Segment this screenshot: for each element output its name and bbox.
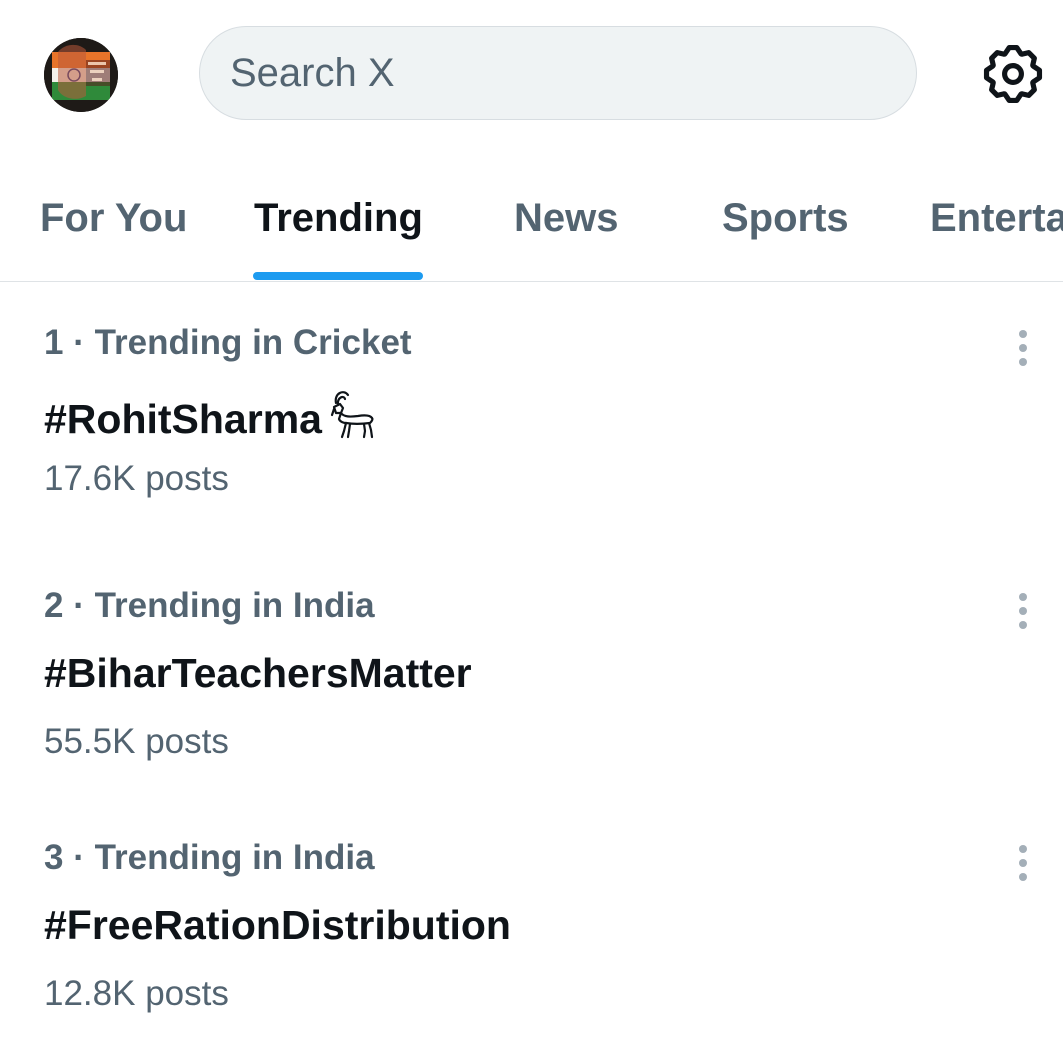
trend-item[interactable]: 3 · Trending in India #FreeRationDistrib…	[0, 818, 1063, 1048]
trend-context: 1 · Trending in Cricket	[44, 323, 412, 362]
avatar-image	[44, 38, 118, 112]
trend-hashtag-text: #RohitSharma	[44, 396, 322, 442]
trend-hashtag: #RohitSharma	[44, 387, 378, 443]
trend-hashtag-text: #FreeRationDistribution	[44, 902, 511, 948]
trend-item[interactable]: 1 · Trending in Cricket #RohitSharma 17.…	[0, 303, 1063, 533]
tab-entertainment[interactable]: Entertainment	[930, 196, 1063, 241]
trend-hashtag: #FreeRationDistribution	[44, 902, 511, 949]
active-tab-indicator	[253, 272, 423, 280]
trend-hashtag-text: #BiharTeachersMatter	[44, 650, 472, 696]
search-bar[interactable]	[199, 26, 917, 120]
top-bar	[0, 0, 1063, 150]
gear-icon[interactable]	[982, 43, 1044, 105]
trend-post-count: 55.5K posts	[44, 722, 229, 761]
search-input[interactable]	[230, 27, 890, 119]
goat-emoji-icon	[330, 391, 374, 439]
tab-sports[interactable]: Sports	[722, 196, 849, 241]
more-vertical-icon[interactable]	[1005, 325, 1041, 375]
tab-news[interactable]: News	[514, 196, 619, 241]
trend-hashtag: #BiharTeachersMatter	[44, 650, 472, 697]
tab-for-you[interactable]: For You	[40, 196, 187, 241]
more-vertical-icon[interactable]	[1005, 588, 1041, 638]
tab-bar: For You Trending News Sports Entertainme…	[0, 160, 1063, 282]
trend-context: 3 · Trending in India	[44, 838, 375, 877]
trend-post-count: 12.8K posts	[44, 974, 229, 1013]
more-vertical-icon[interactable]	[1005, 840, 1041, 890]
trend-item[interactable]: 2 · Trending in India #BiharTeachersMatt…	[0, 566, 1063, 796]
trend-post-count: 17.6K posts	[44, 459, 229, 498]
tab-trending[interactable]: Trending	[254, 196, 423, 241]
avatar[interactable]	[44, 38, 118, 112]
trend-context: 2 · Trending in India	[44, 586, 375, 625]
